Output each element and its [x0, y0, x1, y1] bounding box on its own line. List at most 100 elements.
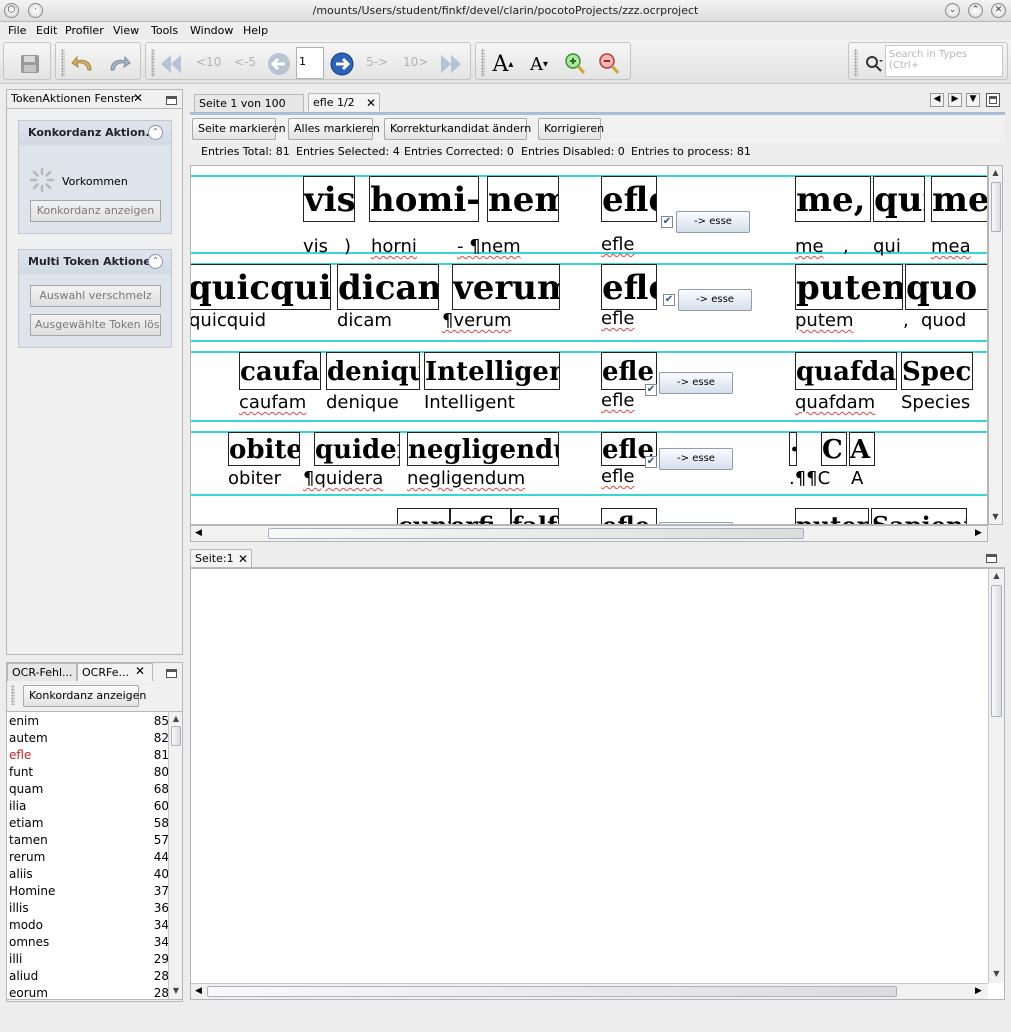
- minimize-panel-icon[interactable]: [166, 96, 177, 105]
- token-actions-tab[interactable]: TokenAktionen Fenster: [7, 90, 144, 108]
- scroll-thumb[interactable]: [991, 585, 1002, 717]
- target-image-token[interactable]: efle: [601, 176, 657, 222]
- context-image-token[interactable]: quo: [905, 264, 987, 310]
- scroll-right-icon[interactable]: ▶: [975, 986, 982, 996]
- list-item[interactable]: Homine 37: [9, 883, 169, 900]
- menu-tools[interactable]: Tools: [151, 24, 178, 37]
- minimize-panel-icon[interactable]: [166, 669, 177, 678]
- close-tab-icon[interactable]: ✕: [366, 96, 376, 110]
- menu-edit[interactable]: Edit: [36, 24, 57, 37]
- scroll-down-icon[interactable]: ▼: [989, 969, 1004, 981]
- konkordanz-show-button[interactable]: Konkordanz anzeigen: [23, 685, 146, 707]
- menu-view[interactable]: View: [113, 24, 139, 37]
- context-ocr-token[interactable]: ,: [903, 310, 909, 331]
- context-ocr-token[interactable]: horni: [371, 236, 417, 257]
- context-ocr-token[interactable]: negligendum: [407, 468, 525, 489]
- mark-all-button[interactable]: Alles markieren: [288, 118, 380, 140]
- scroll-down-icon[interactable]: ▼: [989, 512, 1002, 524]
- back-5-button[interactable]: <-5: [234, 55, 256, 69]
- context-image-token[interactable]: verum: [452, 264, 560, 310]
- correction-suggestion-button[interactable]: -> esse: [659, 372, 733, 394]
- context-image-token[interactable]: erfi: [449, 508, 511, 524]
- mark-page-button[interactable]: Seite markieren: [192, 118, 286, 140]
- context-image-token[interactable]: quafdam: [795, 352, 897, 390]
- context-image-token[interactable]: negligendum: [407, 432, 559, 466]
- context-ocr-token[interactable]: me: [795, 236, 824, 257]
- list-item[interactable]: etiam 58: [9, 815, 169, 832]
- list-item[interactable]: autem 82: [9, 730, 169, 747]
- list-item[interactable]: funt 80: [9, 764, 169, 781]
- prev-page-icon[interactable]: [266, 51, 292, 77]
- context-image-token[interactable]: Intelligendi: [424, 352, 560, 390]
- list-item[interactable]: rerum 44: [9, 849, 169, 866]
- context-ocr-token[interactable]: obiter: [228, 468, 281, 489]
- close-panel-icon[interactable]: ✕: [135, 664, 145, 678]
- minimize-icon[interactable]: ⌄: [945, 3, 960, 18]
- context-image-token[interactable]: C: [821, 432, 847, 466]
- context-image-token[interactable]: quidem: [314, 432, 400, 466]
- fwd-10-button[interactable]: 10>: [403, 55, 428, 69]
- concordance-vscroll[interactable]: ▲ ▼: [988, 165, 1003, 525]
- list-item[interactable]: eorum 28: [9, 985, 169, 999]
- list-item[interactable]: omnes 34: [9, 934, 169, 951]
- redo-icon[interactable]: [106, 51, 132, 77]
- context-ocr-token[interactable]: quafdam: [795, 392, 875, 413]
- context-image-token[interactable]: Species: [901, 352, 973, 390]
- konkordanz-show-button[interactable]: Konkordanz anzeigen: [30, 200, 161, 222]
- context-ocr-token[interactable]: dicam: [337, 310, 392, 331]
- scroll-up-icon[interactable]: ▲: [169, 714, 182, 726]
- collapse-icon[interactable]: ⌃: [148, 125, 163, 140]
- correct-button[interactable]: Korrigieren: [538, 118, 604, 140]
- list-item[interactable]: illi 29: [9, 951, 169, 968]
- context-image-token[interactable]: Sapienti: [871, 508, 967, 524]
- context-ocr-token[interactable]: mea: [931, 236, 971, 257]
- zoom-out-icon[interactable]: [596, 51, 622, 77]
- context-image-token[interactable]: ·: [789, 432, 797, 466]
- change-candidate-button[interactable]: Korrekturkandidat ändern: [384, 118, 531, 140]
- context-ocr-token[interactable]: - ¶nem: [457, 236, 521, 257]
- tab-page[interactable]: Seite 1 von 100: [194, 94, 304, 112]
- context-image-token[interactable]: qui: [873, 176, 925, 222]
- back-10-button[interactable]: <10: [196, 55, 221, 69]
- font-decrease-icon[interactable]: A ▾: [526, 51, 552, 77]
- scroll-right-icon[interactable]: ▶: [975, 528, 982, 538]
- scroll-up-icon[interactable]: ▲: [989, 168, 1002, 180]
- undo-icon[interactable]: [70, 51, 96, 77]
- list-item[interactable]: modo 34: [9, 917, 169, 934]
- tab-scroll-right-icon[interactable]: ▶: [948, 93, 962, 107]
- context-ocr-token[interactable]: putem: [795, 310, 854, 331]
- context-ocr-token[interactable]: vis: [303, 236, 328, 257]
- list-item[interactable]: aliud 28: [9, 968, 169, 985]
- context-ocr-token[interactable]: Intelligent: [424, 392, 515, 413]
- list-item[interactable]: enim 85: [9, 713, 169, 730]
- select-checkbox[interactable]: ✔: [661, 216, 673, 228]
- scroll-thumb[interactable]: [207, 986, 897, 997]
- context-image-token[interactable]: vis): [303, 176, 355, 222]
- search-icon[interactable]: [861, 51, 887, 77]
- concordance-hscroll[interactable]: ◀ ▶: [190, 525, 988, 542]
- context-ocr-token[interactable]: ): [344, 236, 351, 257]
- context-image-token[interactable]: nem: [487, 176, 559, 222]
- close-tab-icon[interactable]: ✕: [238, 552, 248, 566]
- scroll-thumb[interactable]: [171, 726, 181, 746]
- target-ocr-token[interactable]: efle: [601, 234, 635, 255]
- menu-file[interactable]: File: [8, 24, 26, 37]
- tab-scroll-left-icon[interactable]: ◀: [930, 93, 944, 107]
- context-ocr-token[interactable]: ¶verum: [442, 310, 512, 331]
- context-image-token[interactable]: obiter: [228, 432, 300, 466]
- search-input[interactable]: Search in Types (Ctrl+: [885, 45, 1003, 77]
- page-number-field[interactable]: 1: [296, 47, 324, 79]
- target-ocr-token[interactable]: efle: [601, 466, 635, 487]
- context-image-token[interactable]: denique: [326, 352, 420, 390]
- scroll-left-icon[interactable]: ◀: [195, 528, 202, 538]
- close-window-icon[interactable]: ✕: [991, 3, 1006, 18]
- target-image-token[interactable]: efle: [601, 508, 657, 524]
- next-page-icon[interactable]: [329, 51, 355, 77]
- list-item[interactable]: ilia 60: [9, 798, 169, 815]
- context-image-token[interactable]: cunt: [397, 508, 451, 524]
- fwd-5-button[interactable]: 5->: [366, 55, 388, 69]
- context-image-token[interactable]: putent: [795, 508, 869, 524]
- select-checkbox[interactable]: ✔: [645, 384, 657, 396]
- context-ocr-token[interactable]: .¶¶C: [789, 468, 830, 489]
- context-ocr-token[interactable]: Species: [901, 392, 970, 413]
